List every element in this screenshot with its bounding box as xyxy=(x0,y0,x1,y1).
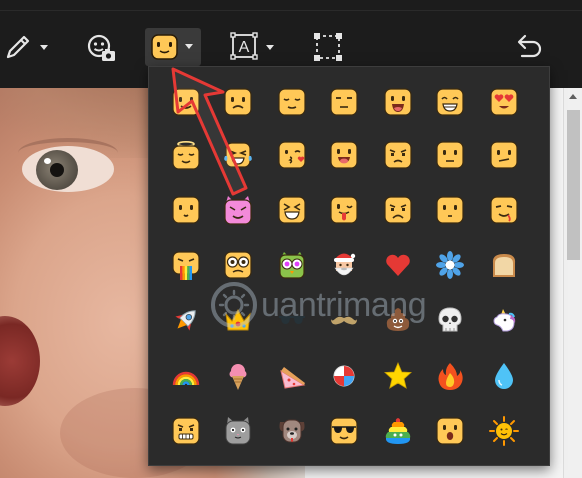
emoji-water-drop[interactable] xyxy=(486,358,522,394)
emoji-rainbow-poop[interactable] xyxy=(380,413,416,449)
emoji-devil-cat[interactable] xyxy=(220,192,256,228)
text-tool-letter: A xyxy=(239,39,250,56)
chevron-down-icon xyxy=(185,44,193,49)
scroll-up-icon[interactable] xyxy=(569,94,577,99)
emoji-face-frown[interactable] xyxy=(220,84,256,120)
emoji-face-heart-eyes[interactable] xyxy=(486,84,522,120)
undo-icon xyxy=(517,34,542,58)
emoji-face-unamused[interactable] xyxy=(380,137,416,173)
emoji-face-squint-grin[interactable] xyxy=(274,192,310,228)
emoji-face-halo[interactable] xyxy=(168,137,204,173)
emoji-face-grin[interactable] xyxy=(432,84,468,120)
emoji-face-rainbow-vomit[interactable] xyxy=(168,247,204,283)
emoji-owl-robot[interactable] xyxy=(274,247,310,283)
text-tool-button[interactable]: A xyxy=(228,30,280,64)
emoji-face-tongue-wink[interactable] xyxy=(326,192,362,228)
emoji-star[interactable] xyxy=(380,358,416,394)
emoji-face-sunglasses[interactable] xyxy=(326,413,362,449)
emoji-crown[interactable] xyxy=(220,302,256,338)
emoji-bread-slice[interactable] xyxy=(486,247,522,283)
text-icon: A xyxy=(230,32,274,60)
emoji-cat[interactable] xyxy=(220,413,256,449)
emoji-fire[interactable] xyxy=(432,358,468,394)
emoji-red-heart[interactable] xyxy=(380,247,416,283)
emoji-icon xyxy=(151,34,193,60)
emoji-face-kiss[interactable] xyxy=(274,137,310,173)
emoji-face-neutral[interactable] xyxy=(326,84,362,120)
emoji-face-tears-of-joy[interactable] xyxy=(220,137,256,173)
mouth xyxy=(0,316,40,406)
emoji-rocket[interactable] xyxy=(168,302,204,338)
chevron-down-icon xyxy=(40,45,48,50)
emoji-rainbow[interactable] xyxy=(168,358,204,394)
emoji-sunglasses[interactable] xyxy=(274,302,310,338)
emoji-picker-panel xyxy=(148,66,550,466)
emoji-face-tongue[interactable] xyxy=(326,137,362,173)
emoji-skull[interactable] xyxy=(432,302,468,338)
emoji-face-sad[interactable] xyxy=(380,192,416,228)
emoji-face-plain[interactable] xyxy=(168,192,204,228)
emoji-dog[interactable] xyxy=(274,413,310,449)
emoji-ice-cream[interactable] xyxy=(220,358,256,394)
sticker-camera-button[interactable] xyxy=(82,30,122,66)
emoji-poop[interactable] xyxy=(380,302,416,338)
emoji-face-confused[interactable] xyxy=(486,137,522,173)
pen-tool-button[interactable] xyxy=(2,30,54,64)
sticker-camera-icon xyxy=(87,34,115,61)
emoji-pizza-slice[interactable] xyxy=(274,358,310,394)
emoji-face-shock[interactable] xyxy=(432,413,468,449)
emoji-face-dizzy-eyes[interactable] xyxy=(220,247,256,283)
emoji-santa[interactable] xyxy=(326,247,362,283)
emoji-face-sleepy[interactable] xyxy=(274,84,310,120)
emoji-face-drool[interactable] xyxy=(486,192,522,228)
emoji-unicorn[interactable] xyxy=(486,302,522,338)
toolbar-divider xyxy=(0,10,582,11)
emoji-tool-button[interactable] xyxy=(145,28,201,66)
scrollbar-thumb[interactable] xyxy=(567,110,580,260)
crop-tool-button[interactable] xyxy=(308,28,348,66)
emoji-face-grimace[interactable] xyxy=(168,413,204,449)
crop-icon xyxy=(314,33,342,61)
emoji-mustache[interactable] xyxy=(326,302,362,338)
emoji-sun[interactable] xyxy=(486,413,522,449)
editor-window: A uantrimang xyxy=(0,0,582,478)
scrollbar[interactable] xyxy=(563,88,582,478)
emoji-blue-flower[interactable] xyxy=(432,247,468,283)
chevron-down-icon xyxy=(266,45,274,50)
pen-icon xyxy=(6,35,48,59)
emoji-face-flat[interactable] xyxy=(432,137,468,173)
emoji-face-laugh[interactable] xyxy=(380,84,416,120)
emoji-candy-ball[interactable] xyxy=(326,358,362,394)
emoji-face-blank[interactable] xyxy=(432,192,468,228)
emoji-face-smile[interactable] xyxy=(168,84,204,120)
undo-button[interactable] xyxy=(508,30,548,64)
